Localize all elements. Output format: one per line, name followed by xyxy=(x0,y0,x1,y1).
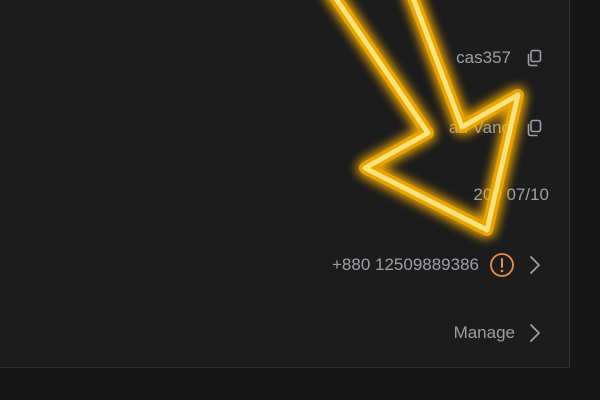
chevron-right-icon xyxy=(525,252,545,278)
manage-row[interactable]: Manage xyxy=(454,318,545,348)
copy-icon xyxy=(527,119,542,137)
phone-value: +880 12509889386 xyxy=(331,255,479,274)
copy-username-button[interactable] xyxy=(521,45,547,71)
page: cas357 an Vand 200 07/10 +880 1250988938 xyxy=(0,0,600,400)
account-details-panel: cas357 an Vand 200 07/10 +880 1250988938 xyxy=(0,0,570,368)
copy-name-button[interactable] xyxy=(521,115,547,141)
manage-label: Manage xyxy=(453,323,515,342)
username-value: cas357 xyxy=(456,48,511,67)
date-row: 200 07/10 xyxy=(473,180,549,210)
phone-row[interactable]: +880 12509889386 xyxy=(332,250,545,280)
exclamation-circle-icon xyxy=(489,252,515,278)
name-value: an Vand xyxy=(448,118,511,137)
name-row: an Vand xyxy=(449,113,547,143)
date-value: 200 07/10 xyxy=(473,185,549,204)
copy-icon xyxy=(527,49,542,67)
username-row: cas357 xyxy=(456,43,547,73)
chevron-right-icon xyxy=(525,320,545,346)
